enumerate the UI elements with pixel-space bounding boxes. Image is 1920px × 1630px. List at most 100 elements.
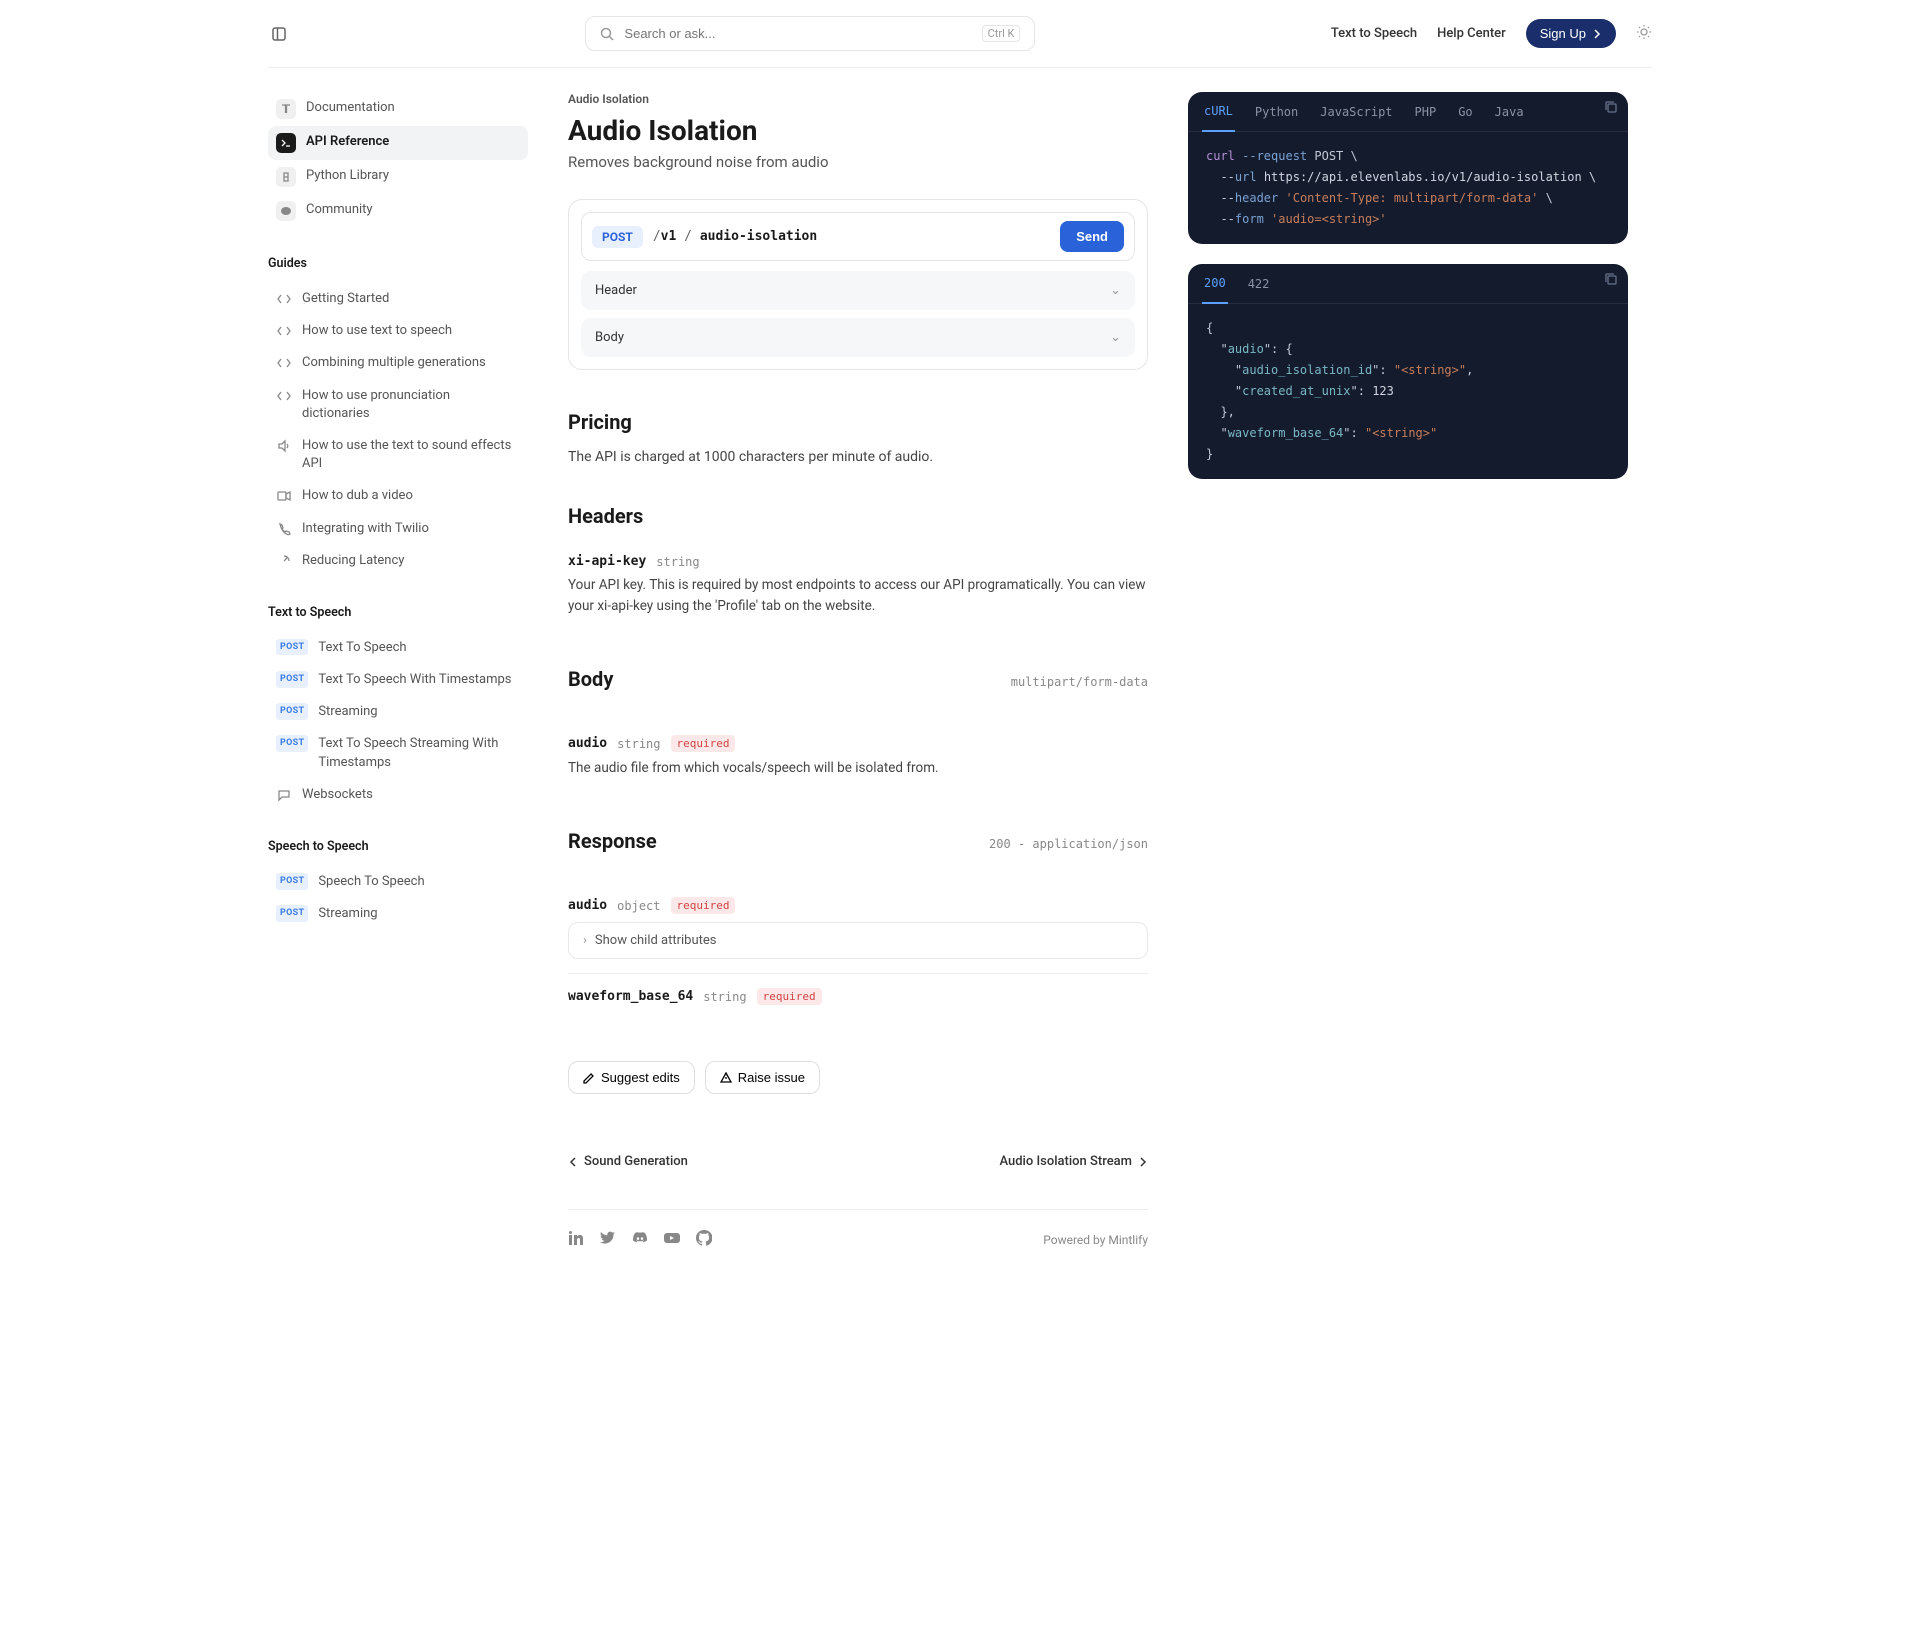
pager-label: Sound Generation: [584, 1154, 688, 1169]
page-subtitle: Removes background noise from audio: [568, 153, 1148, 171]
post-badge: POST: [276, 735, 308, 752]
show-child-attributes[interactable]: › Show child attributes: [568, 922, 1148, 959]
raise-issue-button[interactable]: Raise issue: [705, 1061, 820, 1094]
nav-tts-streaming[interactable]: POSTStreaming: [268, 696, 528, 728]
nav-label: Getting Started: [302, 290, 389, 308]
copy-button[interactable]: [1604, 100, 1618, 117]
group-guides: Guides: [268, 256, 528, 271]
tab-go[interactable]: Go: [1456, 93, 1474, 131]
nav-getting-started[interactable]: Getting Started: [268, 283, 528, 315]
post-badge: POST: [276, 671, 308, 688]
tab-java[interactable]: Java: [1493, 93, 1526, 131]
nav-label: Documentation: [306, 99, 395, 117]
chevron-down-icon: ⌄: [1110, 283, 1121, 298]
child-label: Show child attributes: [595, 933, 717, 948]
post-badge: POST: [276, 905, 308, 922]
param-name: xi-api-key: [568, 554, 646, 569]
nav-tts-stream-timestamps[interactable]: POST Text To Speech Streaming With Timest…: [268, 728, 528, 778]
tab-python[interactable]: Python: [1253, 93, 1300, 131]
nav-label: Integrating with Twilio: [302, 520, 429, 538]
post-badge: POST: [276, 703, 308, 720]
link-help[interactable]: Help Center: [1437, 26, 1506, 41]
nav-label: Text To Speech Streaming With Timestamps: [318, 735, 520, 771]
tab-200[interactable]: 200: [1202, 264, 1228, 304]
nav-tts-timestamps[interactable]: POST Text To Speech With Timestamps: [268, 664, 528, 696]
search-icon: [600, 27, 614, 41]
nav-guide-combining[interactable]: Combining multiple generations: [268, 347, 528, 379]
tab-curl[interactable]: cURL: [1202, 92, 1235, 132]
button-label: Suggest edits: [601, 1070, 680, 1085]
theme-toggle[interactable]: [1636, 24, 1652, 44]
nav-community[interactable]: Community: [268, 194, 528, 228]
nav-tts-main[interactable]: POSTText To Speech: [268, 632, 528, 664]
pricing-text: The API is charged at 1000 characters pe…: [568, 446, 1148, 468]
param-type: string: [703, 990, 746, 1004]
nav-label: Combining multiple generations: [302, 354, 486, 372]
search-box[interactable]: Ctrl K: [585, 16, 1035, 51]
book-icon: [276, 99, 296, 119]
nav-python-library[interactable]: Python Library: [268, 160, 528, 194]
phone-icon: [276, 521, 292, 537]
param-name: audio: [568, 736, 607, 751]
nav-label: Reducing Latency: [302, 552, 404, 570]
response-meta: 200 - application/json: [989, 837, 1148, 851]
tab-php[interactable]: PHP: [1413, 93, 1439, 131]
required-badge: required: [671, 735, 736, 752]
nav-guide-sound-effects[interactable]: How to use the text to sound effects API: [268, 430, 528, 480]
python-icon: [276, 167, 296, 187]
powered-by: Powered by Mintlify: [1043, 1233, 1148, 1247]
link-tts[interactable]: Text to Speech: [1331, 26, 1417, 41]
send-button[interactable]: Send: [1060, 221, 1124, 252]
discord-icon[interactable]: [632, 1230, 648, 1250]
nav-label: Community: [306, 201, 373, 219]
twitter-icon[interactable]: [600, 1230, 616, 1250]
panel-toggle[interactable]: [268, 23, 290, 45]
nav-sts-streaming[interactable]: POSTStreaming: [268, 898, 528, 930]
sidebar: Documentation API Reference Python Libra…: [268, 92, 528, 1052]
param-name: audio: [568, 898, 607, 913]
nav-guide-twilio[interactable]: Integrating with Twilio: [268, 513, 528, 545]
button-label: Raise issue: [738, 1070, 805, 1085]
chevron-down-icon: ⌄: [1110, 330, 1121, 345]
nav-api-reference[interactable]: API Reference: [268, 126, 528, 160]
required-badge: required: [671, 897, 736, 914]
breadcrumb: Audio Isolation: [568, 92, 1148, 106]
chevron-left-icon: [568, 1157, 578, 1167]
nav-guide-tts[interactable]: How to use text to speech: [268, 315, 528, 347]
signup-label: Sign Up: [1540, 26, 1586, 41]
nav-label: How to use pronunciation dictionaries: [302, 387, 520, 423]
nav-label: Speech To Speech: [318, 873, 424, 891]
pager-label: Audio Isolation Stream: [999, 1154, 1132, 1169]
required-badge: required: [757, 988, 822, 1005]
gauge-icon: [276, 553, 292, 569]
nav-documentation[interactable]: Documentation: [268, 92, 528, 126]
suggest-edits-button[interactable]: Suggest edits: [568, 1061, 695, 1094]
nav-label: Python Library: [306, 167, 389, 185]
nav-guide-pronunciation[interactable]: How to use pronunciation dictionaries: [268, 380, 528, 430]
collapse-body[interactable]: Body ⌄: [581, 318, 1135, 357]
github-icon[interactable]: [696, 1230, 712, 1250]
copy-button[interactable]: [1604, 272, 1618, 289]
request-code-card: cURL Python JavaScript PHP Go Java curl …: [1188, 92, 1628, 244]
nav-label: Text To Speech With Timestamps: [318, 671, 511, 689]
group-sts: Speech to Speech: [268, 839, 528, 854]
param-type: string: [656, 555, 699, 569]
signup-button[interactable]: Sign Up: [1526, 19, 1616, 48]
terminal-icon: [276, 133, 296, 153]
tab-javascript[interactable]: JavaScript: [1318, 93, 1394, 131]
youtube-icon[interactable]: [664, 1230, 680, 1250]
tab-422[interactable]: 422: [1246, 265, 1272, 303]
search-input[interactable]: [624, 26, 971, 41]
nav-sts-main[interactable]: POSTSpeech To Speech: [268, 866, 528, 898]
body-heading: Body: [568, 667, 613, 691]
nav-tts-websockets[interactable]: Websockets: [268, 779, 528, 811]
collapse-label: Body: [595, 330, 624, 345]
sun-icon: [1636, 24, 1652, 40]
pager-next[interactable]: Audio Isolation Stream: [999, 1154, 1148, 1169]
collapse-header[interactable]: Header ⌄: [581, 271, 1135, 310]
linkedin-icon[interactable]: [568, 1230, 584, 1250]
nav-guide-latency[interactable]: Reducing Latency: [268, 545, 528, 577]
nav-guide-dub[interactable]: How to dub a video: [268, 480, 528, 512]
pager-prev[interactable]: Sound Generation: [568, 1154, 688, 1169]
discord-icon: [276, 201, 296, 221]
